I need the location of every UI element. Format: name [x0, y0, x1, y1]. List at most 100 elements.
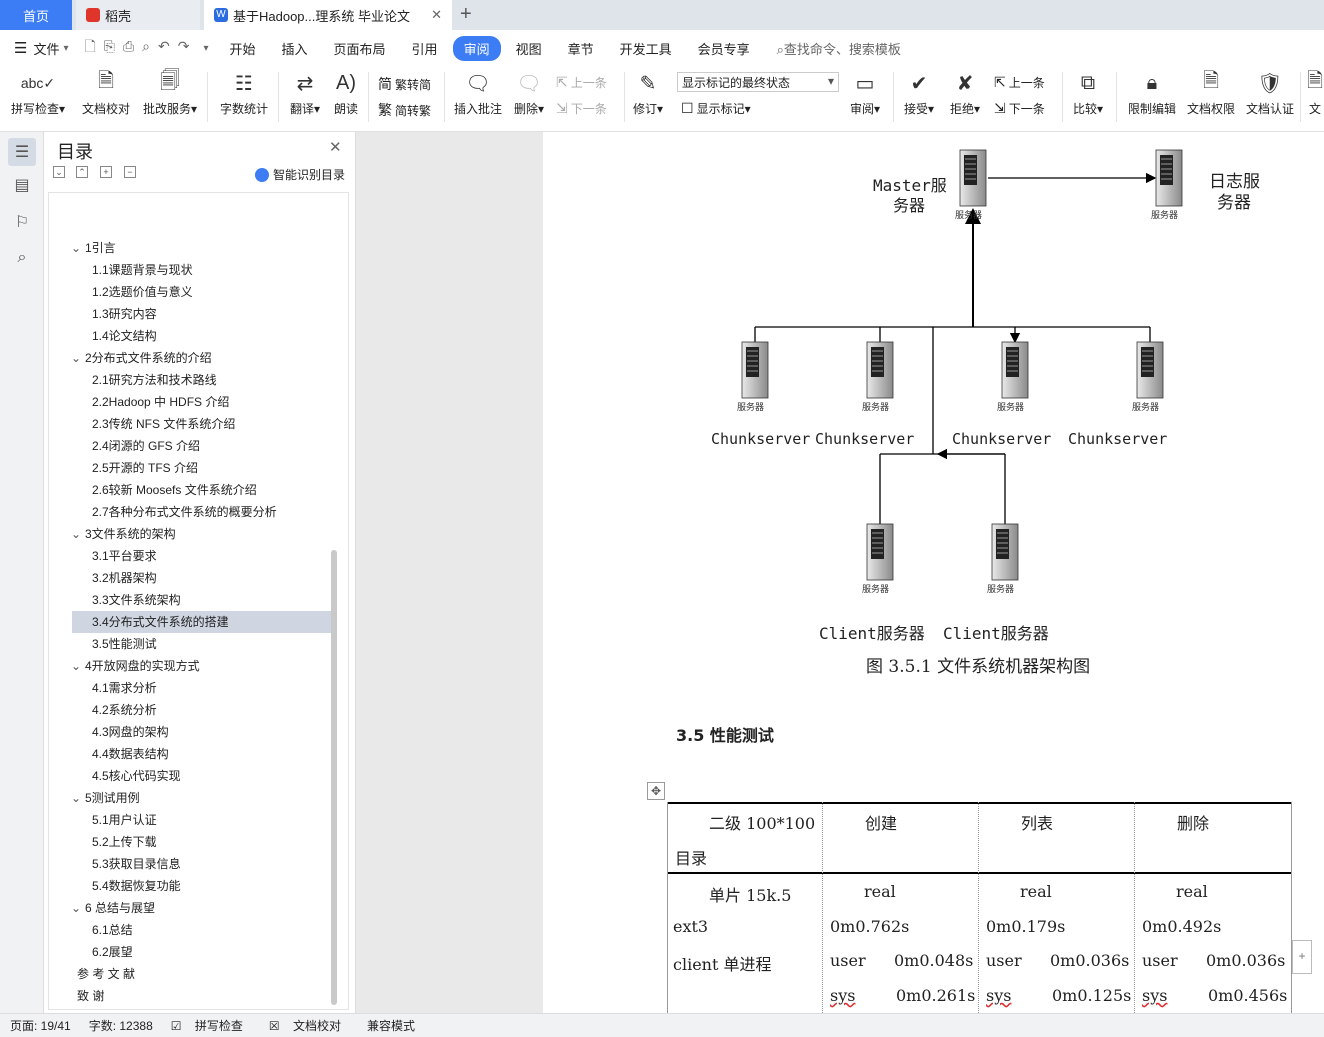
menu-file[interactable]: 文件 [33, 39, 59, 58]
smart-toc-button[interactable]: 智能识别目录 [255, 166, 345, 183]
track-changes-button[interactable]: ✎ 修订▾ [630, 66, 666, 126]
batch-correct-button[interactable]: 🗐 批改服务▾ [140, 66, 200, 126]
insert-comment-button[interactable]: 🗨 插入批注 [452, 66, 504, 126]
toc-item[interactable]: 6.1总结 [92, 919, 133, 941]
tab-document[interactable]: W 基于Hadoop...理系统 毕业论文 ✕ [204, 0, 452, 30]
toc-item[interactable]: 2.7各种分布式文件系统的概要分析 [92, 501, 277, 523]
toc-item[interactable]: 3.5性能测试 [92, 633, 157, 655]
expand-side-icon[interactable]: + [1292, 940, 1312, 974]
translate-button[interactable]: ⇄ 翻译▾ [287, 66, 323, 126]
toc-item[interactable]: 1.2选题价值与意义 [92, 281, 193, 303]
quick-access-icons[interactable]: 🗋⎘⎙⌕↶↷ [85, 36, 198, 60]
toc-item[interactable]: 4.1需求分析 [92, 677, 157, 699]
close-icon[interactable]: ✕ [329, 138, 342, 156]
chevron-down-icon[interactable]: ⌄ [71, 237, 85, 259]
proof-status[interactable]: ☒ 文档校对 [269, 1017, 349, 1034]
page-indicator[interactable]: 页面: 19/41 [10, 1017, 71, 1034]
toc-item[interactable]: 2.4闭源的 GFS 介绍 [92, 435, 200, 457]
toc-item[interactable]: 3.2机器架构 [92, 567, 157, 589]
chevron-down-icon[interactable]: ⌄ [71, 347, 85, 369]
reject-button[interactable]: ✘ 拒绝▾ [946, 66, 984, 126]
toc-item[interactable]: 3.4分布式文件系统的搭建 [72, 611, 331, 633]
next-change-button[interactable]: ⇲ 下一条 [994, 100, 1045, 117]
toc-item[interactable]: 2.3传统 NFS 文件系统介绍 [92, 413, 235, 435]
toc-item[interactable]: 2.6较新 Moosefs 文件系统介绍 [92, 479, 257, 501]
more-ribbon-button[interactable]: 🗎 文 [1306, 66, 1324, 126]
menu-item-6[interactable]: 章节 [557, 36, 605, 61]
spell-check-status[interactable]: ☑ 拼写检查 [171, 1017, 251, 1034]
search-icon[interactable]: ⌕ [11, 247, 33, 269]
tab-daoke[interactable]: 稻壳 [76, 0, 200, 30]
toc-item[interactable]: 1.1课题背景与现状 [92, 259, 193, 281]
restrict-edit-button[interactable]: 🔒︎ 限制编辑 [1124, 66, 1180, 126]
toc-item[interactable]: 5.3获取目录信息 [92, 853, 181, 875]
menu-item-3[interactable]: 引用 [401, 36, 449, 61]
menu-item-1[interactable]: 插入 [271, 36, 319, 61]
toc-item[interactable]: 5.4数据恢复功能 [92, 875, 181, 897]
toc-item[interactable]: 2.1研究方法和技术路线 [92, 369, 217, 391]
toc-icon[interactable]: ☰ [8, 138, 36, 166]
prev-change-button[interactable]: ⇱ 上一条 [994, 74, 1045, 91]
review-pane-button[interactable]: ▭ 审阅▾ [846, 66, 884, 126]
toc-item[interactable]: 3.1平台要求 [92, 545, 157, 567]
spell-check-button[interactable]: abc✓ 拼写检查▾ [8, 66, 68, 126]
menu-item-0[interactable]: 开始 [219, 36, 267, 61]
expand-all-icon[interactable]: ⌃ [76, 166, 88, 178]
menu-item-8[interactable]: 会员专享 [687, 36, 761, 61]
menu-item-5[interactable]: 视图 [505, 36, 553, 61]
toc-item[interactable]: 6.2展望 [92, 941, 133, 963]
new-tab-icon[interactable]: + [460, 3, 472, 26]
quick-access-more-icon[interactable]: ▾ [203, 43, 208, 54]
toc-item[interactable]: ⌄ 4开放网盘的实现方式 [71, 655, 200, 677]
menu-item-2[interactable]: 页面布局 [323, 36, 397, 61]
toc-item[interactable]: 3.3文件系统架构 [92, 589, 181, 611]
chapter-icon[interactable]: ▤ [11, 174, 33, 196]
toc-item[interactable]: ⌄ 1引言 [71, 237, 116, 259]
toc-item[interactable]: ⌄ 2分布式文件系统的介绍 [71, 347, 212, 369]
add-item-icon[interactable]: + [100, 166, 112, 178]
delete-comment-button[interactable]: 🗨 删除▾ [510, 66, 548, 126]
menu-item-4[interactable]: 审阅 [452, 35, 501, 61]
doc-permission-button[interactable]: 🗎 文档权限 [1184, 66, 1238, 126]
proofread-button[interactable]: 🗎 文档校对 [80, 66, 132, 126]
close-tab-icon[interactable]: ✕ [431, 7, 442, 23]
chevron-down-icon[interactable]: ⌄ [71, 655, 85, 677]
toc-item[interactable]: 致 谢 [77, 985, 104, 1007]
toc-item[interactable]: ⌄ 3文件系统的架构 [71, 523, 176, 545]
trad-to-simp-button[interactable]: 简繁转简 [378, 74, 431, 94]
hamburger-icon[interactable]: ☰ [14, 39, 27, 57]
toc-item[interactable]: 4.2系统分析 [92, 699, 157, 721]
tab-home[interactable]: 首页 [0, 0, 72, 30]
toc-item[interactable]: 5.1用户认证 [92, 809, 157, 831]
show-markup-button[interactable]: ☐ 显示标记 ▾ [681, 100, 751, 117]
toc-item[interactable]: ⌄ 6 总结与展望 [71, 897, 155, 919]
markup-state-select[interactable]: 显示标记的最终状态 [677, 72, 839, 92]
toc-item[interactable]: 4.5核心代码实现 [92, 765, 181, 787]
chevron-down-icon[interactable]: ▾ [63, 43, 68, 54]
toc-item[interactable]: 5.2上传下载 [92, 831, 157, 853]
command-search[interactable]: ⌕查找命令、搜索模板 [777, 39, 901, 58]
word-count-button[interactable]: ☷ 字数统计 [218, 66, 270, 126]
table-move-handle[interactable]: ✥ [647, 782, 665, 800]
toc-item[interactable]: 2.5开源的 TFS 介绍 [92, 457, 198, 479]
compare-button[interactable]: ⧉ 比较▾ [1068, 66, 1108, 126]
bookmark-icon[interactable]: ⚐ [11, 211, 33, 233]
chevron-down-icon[interactable]: ⌄ [71, 897, 85, 919]
prev-comment-button[interactable]: ⇱ 上一条 [556, 74, 607, 91]
toc-scrollbar[interactable] [331, 550, 337, 1005]
chevron-down-icon[interactable]: ⌄ [71, 787, 85, 809]
doc-certify-button[interactable]: 🛡︎ 文档认证 [1243, 66, 1297, 126]
toc-item[interactable]: 4.3网盘的架构 [92, 721, 169, 743]
collapse-all-icon[interactable]: ⌄ [53, 166, 65, 178]
read-aloud-button[interactable]: A) 朗读 [330, 66, 362, 126]
toc-item[interactable]: 1.4论文结构 [92, 325, 157, 347]
next-comment-button[interactable]: ⇲ 下一条 [556, 100, 607, 117]
toc-item[interactable]: 参 考 文 献 [77, 963, 135, 985]
simp-to-trad-button[interactable]: 繁简转繁 [378, 100, 431, 120]
accept-button[interactable]: ✔ 接受▾ [900, 66, 938, 126]
toc-item[interactable]: 1.3研究内容 [92, 303, 157, 325]
toc-item[interactable]: ⌄ 5测试用例 [71, 787, 140, 809]
chevron-down-icon[interactable]: ⌄ [71, 523, 85, 545]
remove-item-icon[interactable]: − [124, 166, 136, 178]
toc-item[interactable]: 2.2Hadoop 中 HDFS 介绍 [92, 391, 229, 413]
